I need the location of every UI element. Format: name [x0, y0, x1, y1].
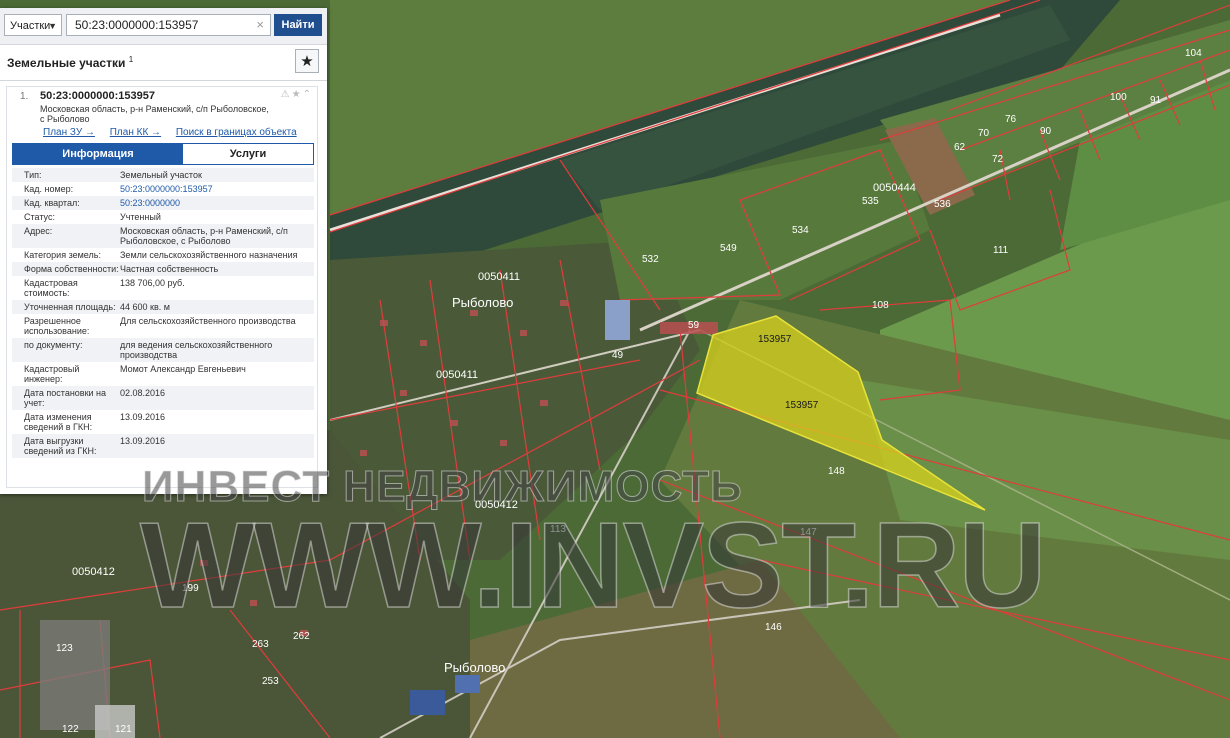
building-blue — [410, 690, 445, 715]
star-icon: ★ — [300, 53, 314, 70]
svg-text:62: 62 — [954, 142, 966, 153]
attr-row-change-date: Дата изменения сведений в ГКН: 13.09.2016 — [24, 412, 166, 432]
svg-text:100: 100 — [1110, 92, 1127, 103]
svg-text:72: 72 — [992, 154, 1004, 165]
plan-zu-link[interactable]: План ЗУ → — [43, 127, 95, 138]
quarter-label: 0050411 — [436, 369, 478, 381]
svg-text:532: 532 — [642, 254, 659, 265]
quarter-label: 0050444 — [873, 182, 916, 194]
result-cad-number[interactable]: 50:23:0000000:153957 — [40, 90, 155, 102]
attr-row-address: Адрес: Московская область, р-н Раменский,… — [12, 224, 314, 248]
object-type-value: Участки — [10, 20, 51, 32]
svg-text:91: 91 — [1150, 95, 1162, 106]
attr-row-cad-quarter: Кад. квартал: 50:23:0000000 — [12, 196, 314, 210]
result-address: Московская область, р-н Раменский, с/п Р… — [40, 104, 269, 124]
star-icon[interactable]: ★ — [292, 89, 303, 100]
svg-text:263: 263 — [252, 639, 269, 650]
svg-text:534: 534 — [792, 225, 809, 236]
svg-text:59: 59 — [688, 320, 700, 331]
svg-text:49: 49 — [612, 350, 624, 361]
clear-icon[interactable]: × — [256, 15, 264, 35]
result-card: 1. 50:23:0000000:153957 Московская облас… — [6, 86, 318, 488]
attr-row-area: Уточненная площадь: 44 600 кв. м — [12, 300, 314, 314]
search-bar: Участки ▼ 50:23:0000000:153957 × Найти — [0, 8, 327, 45]
selected-parcel-label-2: 153957 — [785, 400, 819, 411]
svg-text:148: 148 — [828, 466, 845, 477]
attr-row-type: Тип: Земельный участок — [12, 168, 314, 182]
results-header: Земельные участки 1 ★ — [0, 44, 327, 81]
results-title: Земельные участки 1 — [7, 55, 133, 70]
svg-text:70: 70 — [978, 128, 990, 139]
attr-row-ownership: Форма собственности: Частная собственност… — [12, 262, 314, 276]
result-tabs: Информация Услуги — [12, 143, 314, 165]
plan-kk-link[interactable]: План КК → — [110, 127, 161, 138]
attr-row-cad-number: Кад. номер: 50:23:0000000:153957 — [24, 184, 213, 194]
chevron-down-icon: ▼ — [48, 21, 57, 31]
result-index: 1. — [20, 91, 29, 102]
attr-row-cad-value: Кадастровая стоимость: 138 706,00 руб. — [24, 278, 185, 298]
svg-text:104: 104 — [1185, 48, 1202, 59]
svg-text:536: 536 — [934, 199, 951, 210]
chevron-up-icon[interactable]: ⌃ — [303, 89, 313, 100]
favorite-star-button[interactable]: ★ — [295, 49, 319, 73]
tab-services[interactable]: Услуги — [183, 144, 313, 164]
svg-text:76: 76 — [1005, 114, 1017, 125]
attr-row-export-date: Дата выгрузки сведений из ГКН: 13.09.2016 — [12, 434, 314, 458]
find-button[interactable]: Найти — [274, 14, 322, 36]
tab-information[interactable]: Информация — [13, 144, 183, 164]
attr-row-status: Статус: Учтенный — [24, 212, 161, 222]
attr-row-land-category: Категория земель: Земли сельскохозяйствен… — [24, 250, 298, 260]
svg-text:111: 111 — [993, 245, 1009, 256]
search-query-text: 50:23:0000000:153957 — [75, 18, 199, 32]
results-title-text: Земельные участки — [7, 56, 126, 70]
svg-text:108: 108 — [872, 300, 889, 311]
attr-row-by-document: по документу: для ведения сельскохозяйств… — [12, 338, 314, 362]
object-type-select[interactable]: Участки ▼ — [4, 14, 62, 36]
svg-text:123: 123 — [56, 643, 73, 654]
result-actions: ⚠★⌃ — [281, 89, 313, 100]
svg-text:122: 122 — [62, 724, 79, 735]
results-count: 1 — [128, 55, 134, 64]
svg-text:549: 549 — [720, 243, 737, 254]
svg-text:90: 90 — [1040, 126, 1052, 137]
warning-icon[interactable]: ⚠ — [281, 89, 292, 100]
place-name: Рыболово — [452, 295, 513, 310]
attr-row-registration-date: Дата постановки на учет: 02.08.2016 — [12, 386, 314, 410]
cadastral-search-input[interactable]: 50:23:0000000:153957 × — [66, 14, 271, 36]
svg-text:535: 535 — [862, 196, 879, 207]
place-name: Рыболово — [444, 660, 505, 675]
selected-parcel-label-1: 153957 — [758, 334, 792, 345]
quarter-label: 0050411 — [478, 271, 520, 283]
attr-row-engineer: Кадастровый инженер: Момот Александр Евге… — [24, 364, 246, 384]
attr-row-permitted-use: Разрешенное использование: Для сельскохоз… — [24, 316, 296, 336]
quarter-label: 0050412 — [72, 566, 115, 578]
search-panel: Участки ▼ 50:23:0000000:153957 × Найти З… — [0, 8, 327, 494]
svg-text:253: 253 — [262, 676, 279, 687]
watermark-line-2: WWW.INVST.RU — [139, 497, 1047, 633]
attribute-table: Тип: Земельный участок Кад. номер: 50:23:0… — [12, 168, 314, 458]
svg-text:121: 121 — [115, 724, 132, 735]
